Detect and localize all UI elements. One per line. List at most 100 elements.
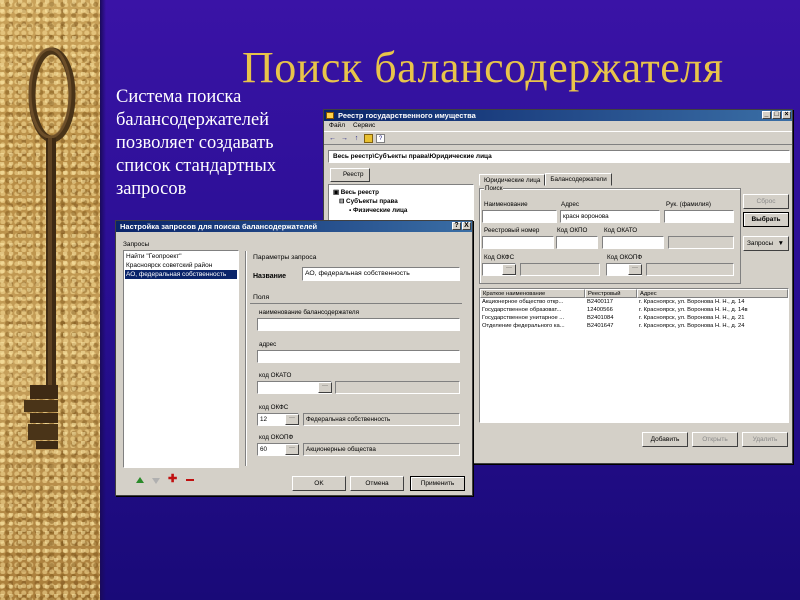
- help-icon[interactable]: ?: [376, 133, 385, 143]
- remove-icon[interactable]: [186, 479, 194, 481]
- up-arrow-icon[interactable]: [136, 477, 144, 483]
- add-button[interactable]: Добавить: [642, 432, 688, 447]
- okfs-desc-field: Федеральная собственность: [303, 413, 460, 426]
- okato-desc-field: [668, 236, 734, 249]
- okopf-label: код ОКОПФ: [259, 434, 294, 441]
- col-short-name[interactable]: Краткое наименование: [480, 289, 585, 298]
- query-settings-dialog: Настройка запросов для поиска балансодер…: [115, 220, 473, 496]
- col-address[interactable]: Адрес: [637, 289, 788, 298]
- grid-header: Краткое наименование Реестровый Адрес: [480, 289, 788, 298]
- tree-item-subjects[interactable]: ⊟ Субъекты права: [331, 197, 471, 206]
- col-reg-num[interactable]: Реестровый: [585, 289, 637, 298]
- search-group-label: Поиск: [484, 185, 504, 192]
- okato-browse-button[interactable]: ···: [318, 382, 332, 393]
- table-row[interactable]: Акционерное общество откр... В2400117 г.…: [480, 298, 788, 306]
- address-field[interactable]: [257, 350, 460, 363]
- registry-titlebar[interactable]: Реестр государственного имущества _ □ ×: [324, 110, 792, 121]
- back-arrow-icon[interactable]: ←: [328, 134, 337, 143]
- params-label: Параметры запроса: [253, 254, 317, 261]
- reg-num-field[interactable]: [482, 236, 554, 249]
- reg-num-label: Реестровый номер: [484, 227, 540, 234]
- table-row[interactable]: Государственное образоват... 12400566 г.…: [480, 306, 788, 314]
- dialog-close-button[interactable]: X: [462, 222, 471, 230]
- okfs-label: Код ОКФС: [484, 254, 515, 261]
- list-item-selected[interactable]: АО, федеральная собственность: [125, 270, 237, 279]
- close-button[interactable]: ×: [782, 111, 791, 119]
- list-item[interactable]: Найти "Геопроект": [125, 252, 237, 261]
- cell-name: Отделение федерального ка...: [482, 323, 565, 329]
- up-arrow-icon[interactable]: ↑: [352, 134, 361, 143]
- path-bar[interactable]: Весь реестр\Субъекты права\Юридические л…: [328, 150, 790, 163]
- cell-reg: В2401084: [587, 315, 614, 321]
- toolbar: ← → ↑ ?: [324, 131, 792, 145]
- cell-reg: В2400117: [587, 299, 614, 305]
- down-arrow-icon[interactable]: [152, 478, 160, 484]
- forward-arrow-icon[interactable]: →: [340, 134, 349, 143]
- tree-item-root[interactable]: ▣ Весь реестр: [331, 188, 471, 197]
- cell-address: г. Красноярск, ул. Воронова Н. Н., д. 24: [639, 323, 745, 329]
- fields-separator: [250, 303, 462, 304]
- fields-label: Поля: [253, 294, 270, 301]
- cell-reg: В2401647: [587, 323, 614, 329]
- reset-button[interactable]: Сброс: [743, 194, 789, 209]
- maximize-button[interactable]: □: [772, 111, 781, 119]
- registry-tab-label: Реестр: [343, 171, 364, 178]
- cell-address: г. Красноярск, ул. Воронова Н. Н., д. 21: [639, 315, 745, 321]
- okfs-browse-button[interactable]: ···: [502, 264, 516, 275]
- tree-item-individuals[interactable]: ▪ Физические лица: [331, 206, 471, 215]
- key-icon: [24, 47, 76, 449]
- menu-file[interactable]: Файл: [329, 121, 345, 131]
- folder-icon[interactable]: [364, 133, 373, 143]
- requests-button-label: Запросы: [747, 240, 774, 247]
- address-label: Адрес: [561, 201, 580, 208]
- okfs-browse-button[interactable]: ···: [285, 414, 299, 425]
- okopf-desc-field: Акционерные общества: [303, 443, 460, 456]
- cell-name: Государственное образоват...: [482, 307, 562, 313]
- registry-tab-button[interactable]: Реестр: [330, 168, 370, 182]
- cell-reg: 12400566: [587, 307, 613, 313]
- path-text: Весь реестр\Субъекты права\Юридические л…: [333, 153, 492, 160]
- registry-title: Реестр государственного имущества: [338, 111, 476, 120]
- holder-name-field[interactable]: [257, 318, 460, 331]
- tab-balance-holders[interactable]: Балансодержатели: [545, 173, 612, 186]
- add-icon[interactable]: ✚: [168, 474, 177, 485]
- dialog-title: Настройка запросов для поиска балансодер…: [120, 222, 318, 231]
- slide-description: Система поиска балансодержателей позволя…: [116, 87, 277, 199]
- okopf-desc-field: [646, 263, 734, 276]
- query-name-field[interactable]: АО, федеральная собственность: [302, 267, 460, 281]
- cancel-button[interactable]: Отмена: [350, 476, 404, 491]
- name-label: Название: [253, 273, 287, 280]
- okopf-browse-button[interactable]: ···: [628, 264, 642, 275]
- okopf-browse-button[interactable]: ···: [285, 444, 299, 455]
- requests-button[interactable]: Запросы ▼: [743, 236, 789, 251]
- delete-button[interactable]: Удалить: [742, 432, 788, 447]
- list-item[interactable]: Красноярск советский район: [125, 261, 237, 270]
- head-field[interactable]: [664, 210, 734, 223]
- table-row[interactable]: Государственное унитарное ... В2401084 г…: [480, 314, 788, 322]
- strip-shadow: [100, 0, 106, 600]
- help-button[interactable]: ?: [452, 222, 461, 230]
- okfs-label: код ОКФС: [259, 404, 289, 411]
- dialog-titlebar[interactable]: Настройка запросов для поиска балансодер…: [116, 221, 472, 232]
- apply-button[interactable]: Применить: [410, 476, 465, 491]
- minimize-button[interactable]: _: [762, 111, 771, 119]
- okato-field[interactable]: [602, 236, 664, 249]
- name-field[interactable]: [482, 210, 557, 223]
- select-button[interactable]: Выбрать: [743, 212, 789, 227]
- address-field[interactable]: красн воронова: [560, 210, 660, 223]
- divider: [245, 251, 247, 466]
- open-button[interactable]: Открыть: [692, 432, 738, 447]
- cell-address: г. Красноярск, ул. Воронова Н. Н., д. 14: [639, 299, 745, 305]
- cell-name: Акционерное общество откр...: [482, 299, 564, 305]
- ok-button[interactable]: OK: [292, 476, 346, 491]
- head-label: Рук. (фамилия): [666, 201, 711, 208]
- okato-label: Код ОКАТО: [604, 227, 638, 234]
- table-row[interactable]: Отделение федерального ка... В2401647 г.…: [480, 322, 788, 330]
- okpo-field[interactable]: [556, 236, 598, 249]
- holder-name-label: наименование балансодержателя: [259, 309, 359, 316]
- okato-desc-field: [335, 381, 460, 394]
- dropdown-arrow-icon: ▼: [777, 240, 784, 247]
- okato-label: код ОКАТО: [259, 372, 292, 379]
- cell-name: Государственное унитарное ...: [482, 315, 565, 321]
- menu-service[interactable]: Сервис: [353, 121, 375, 131]
